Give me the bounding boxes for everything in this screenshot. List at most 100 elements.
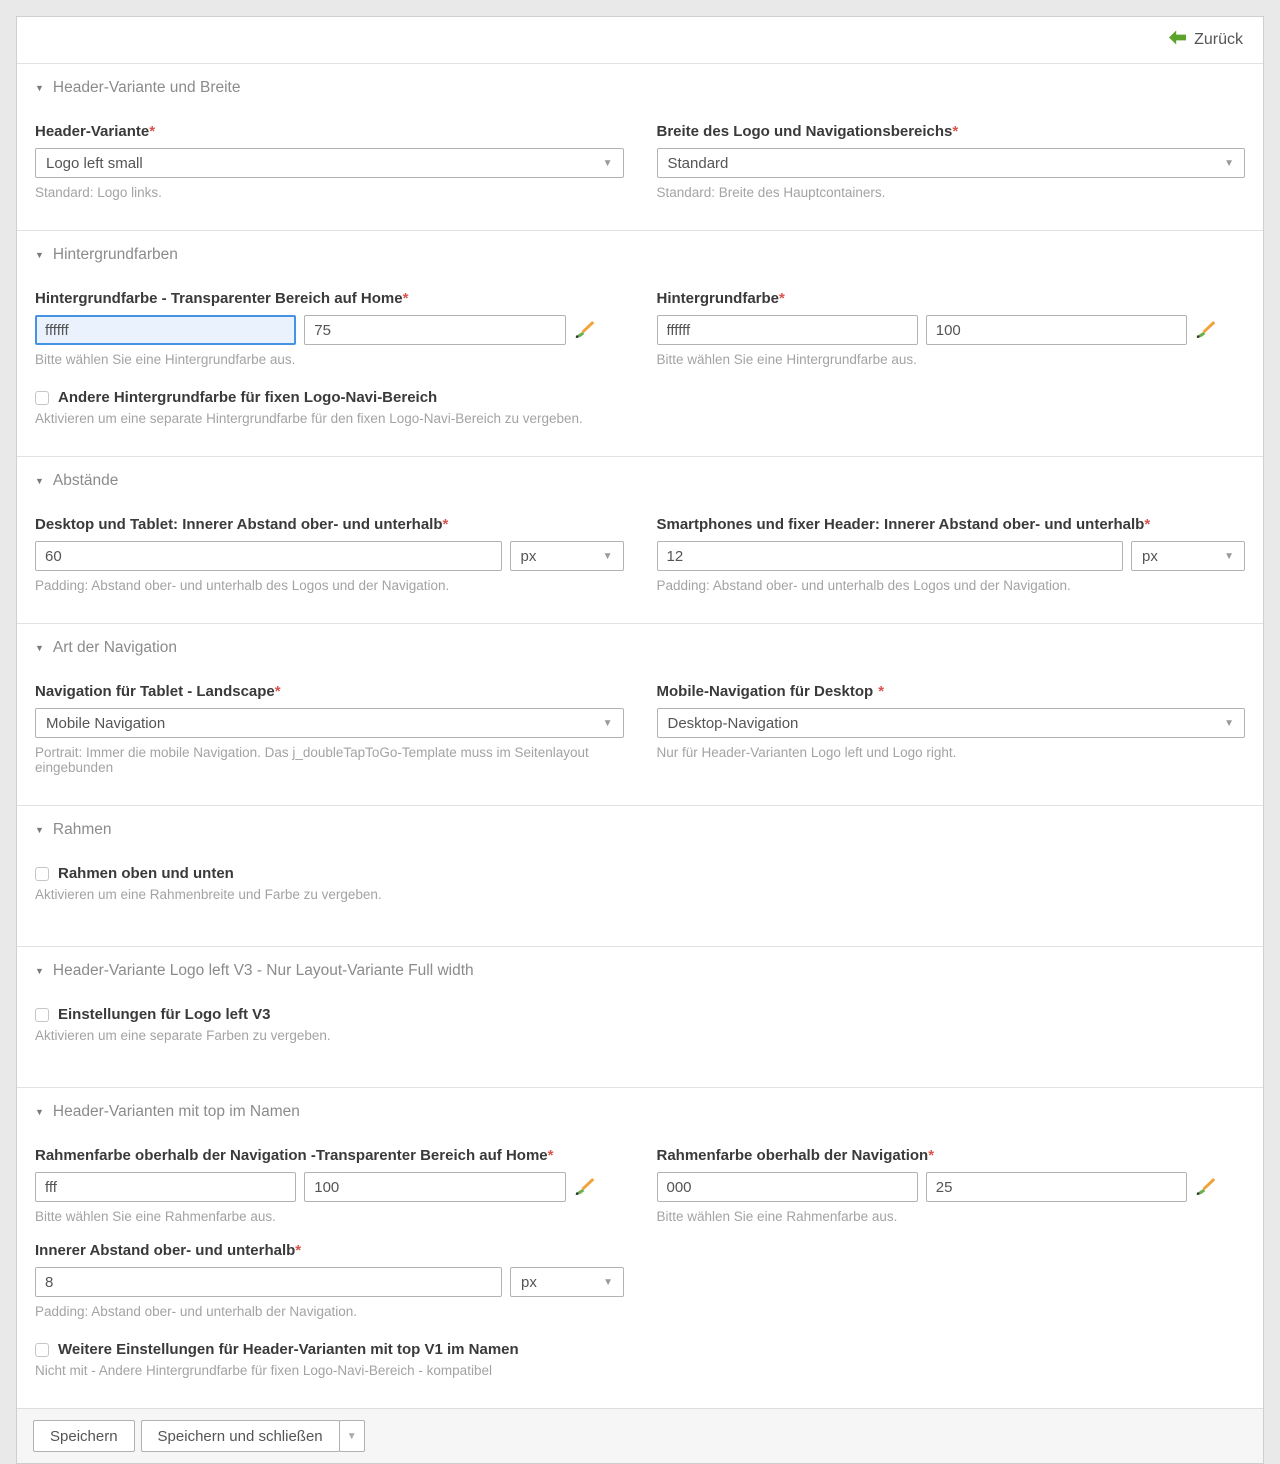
settings-panel: Zurück ▼ Header-Variante und Breite Head… (16, 16, 1264, 1464)
rahmenfarbe-color-input[interactable] (657, 1172, 918, 1202)
save-options-dropdown-button[interactable]: ▼ (339, 1420, 365, 1452)
bg-label: Hintergrundfarbe* (657, 290, 1246, 307)
andere-hintergrundfarbe-checkbox[interactable] (35, 391, 49, 405)
bg-home-hint: Bitte wählen Sie eine Hintergrundfarbe a… (35, 352, 624, 367)
chevron-down-icon: ▼ (1224, 718, 1234, 729)
collapse-icon: ▼ (35, 1108, 44, 1117)
mobile-padding-hint: Padding: Abstand ober- und unterhalb des… (657, 578, 1246, 593)
mobile-padding-unit-select[interactable]: px ▼ (1131, 541, 1245, 571)
innerer-abstand-unit-select[interactable]: px ▼ (510, 1267, 624, 1297)
breite-value: Standard (668, 155, 729, 172)
desktop-padding-label: Desktop und Tablet: Innerer Abstand ober… (35, 516, 624, 533)
color-picker-icon[interactable] (574, 320, 596, 340)
color-picker-icon[interactable] (574, 1177, 596, 1197)
innerer-abstand-hint: Padding: Abstand ober- und unterhalb der… (35, 1304, 624, 1319)
section-toggle-rahmen[interactable]: ▼ Rahmen (35, 821, 1245, 839)
section-top-im-namen: ▼ Header-Varianten mit top im Namen Rahm… (17, 1087, 1263, 1408)
chevron-down-icon: ▼ (603, 158, 613, 169)
desktop-padding-unit-select[interactable]: px ▼ (510, 541, 624, 571)
topbar: Zurück (17, 17, 1263, 63)
section-toggle-abstaende[interactable]: ▼ Abstände (35, 472, 1245, 490)
desktop-nav-value: Desktop-Navigation (668, 715, 799, 732)
save-button[interactable]: Speichern (33, 1420, 135, 1452)
weitere-einstellungen-checkbox[interactable] (35, 1343, 49, 1357)
back-button[interactable]: Zurück (1169, 30, 1243, 50)
andere-hintergrundfarbe-hint: Aktivieren um eine separate Hintergrundf… (35, 411, 624, 426)
innerer-abstand-input[interactable] (35, 1267, 502, 1297)
section-title-text: Rahmen (53, 821, 112, 839)
section-toggle-top-im-namen[interactable]: ▼ Header-Varianten mit top im Namen (35, 1103, 1245, 1121)
desktop-nav-select[interactable]: Desktop-Navigation ▼ (657, 708, 1246, 738)
section-toggle-header-variante[interactable]: ▼ Header-Variante und Breite (35, 79, 1245, 97)
rahmenfarbe-label: Rahmenfarbe oberhalb der Navigation* (657, 1147, 1246, 1164)
desktop-nav-label: Mobile-Navigation für Desktop* (657, 683, 1246, 700)
collapse-icon: ▼ (35, 477, 44, 486)
footer-toolbar: Speichern Speichern und schließen ▼ (17, 1408, 1263, 1463)
rahmenfarbe-hint: Bitte wählen Sie eine Rahmenfarbe aus. (657, 1209, 1246, 1224)
color-picker-icon[interactable] (1195, 320, 1217, 340)
rahmenfarbe-opacity-input[interactable] (926, 1172, 1187, 1202)
rahmenfarbe-home-hint: Bitte wählen Sie eine Rahmenfarbe aus. (35, 1209, 624, 1224)
section-logo-left-v3: ▼ Header-Variante Logo left V3 - Nur Lay… (17, 946, 1263, 1087)
weitere-einstellungen-label[interactable]: Weitere Einstellungen für Header-Variant… (58, 1341, 519, 1358)
mobile-padding-input[interactable] (657, 541, 1124, 571)
collapse-icon: ▼ (35, 826, 44, 835)
collapse-icon: ▼ (35, 251, 44, 260)
section-toggle-logo-left-v3[interactable]: ▼ Header-Variante Logo left V3 - Nur Lay… (35, 962, 1245, 980)
rahmenfarbe-home-color-input[interactable] (35, 1172, 296, 1202)
tablet-nav-hint: Portrait: Immer die mobile Navigation. D… (35, 745, 624, 775)
logo-left-v3-checkbox-label[interactable]: Einstellungen für Logo left V3 (58, 1006, 271, 1023)
bg-home-color-input[interactable] (35, 315, 296, 345)
collapse-icon: ▼ (35, 967, 44, 976)
section-rahmen: ▼ Rahmen Rahmen oben und unten Aktiviere… (17, 805, 1263, 946)
chevron-down-icon: ▼ (603, 551, 613, 562)
bg-hint: Bitte wählen Sie eine Hintergrundfarbe a… (657, 352, 1246, 367)
desktop-nav-hint: Nur für Header-Varianten Logo left und L… (657, 745, 1246, 760)
collapse-icon: ▼ (35, 84, 44, 93)
section-title-text: Art der Navigation (53, 639, 177, 657)
andere-hintergrundfarbe-label[interactable]: Andere Hintergrundfarbe für fixen Logo-N… (58, 389, 437, 406)
logo-left-v3-checkbox[interactable] (35, 1008, 49, 1022)
section-header-variante: ▼ Header-Variante und Breite Header-Vari… (17, 63, 1263, 230)
section-title-text: Header-Variante und Breite (53, 79, 241, 97)
color-picker-icon[interactable] (1195, 1177, 1217, 1197)
logo-left-v3-checkbox-hint: Aktivieren um eine separate Farben zu ve… (35, 1028, 1245, 1043)
tablet-nav-label: Navigation für Tablet - Landscape* (35, 683, 624, 700)
header-variante-select[interactable]: Logo left small ▼ (35, 148, 624, 178)
section-hintergrundfarben: ▼ Hintergrundfarben Hintergrundfarbe - T… (17, 230, 1263, 456)
rahmen-checkbox-hint: Aktivieren um eine Rahmenbreite und Farb… (35, 887, 1245, 902)
back-label: Zurück (1194, 31, 1243, 49)
bg-color-input[interactable] (657, 315, 918, 345)
breite-hint: Standard: Breite des Hauptcontainers. (657, 185, 1246, 200)
rahmenfarbe-home-label: Rahmenfarbe oberhalb der Navigation -Tra… (35, 1147, 624, 1164)
bg-home-opacity-input[interactable] (304, 315, 565, 345)
chevron-down-icon: ▼ (603, 718, 613, 729)
breite-select[interactable]: Standard ▼ (657, 148, 1246, 178)
section-abstaende: ▼ Abstände Desktop und Tablet: Innerer A… (17, 456, 1263, 623)
rahmenfarbe-home-opacity-input[interactable] (304, 1172, 565, 1202)
tablet-nav-value: Mobile Navigation (46, 715, 165, 732)
desktop-padding-hint: Padding: Abstand ober- und unterhalb des… (35, 578, 624, 593)
chevron-down-icon: ▼ (1224, 551, 1234, 562)
mobile-padding-label: Smartphones und fixer Header: Innerer Ab… (657, 516, 1246, 533)
bg-home-label: Hintergrundfarbe - Transparenter Bereich… (35, 290, 624, 307)
rahmen-checkbox[interactable] (35, 867, 49, 881)
save-and-close-button[interactable]: Speichern und schließen (141, 1420, 340, 1452)
weitere-einstellungen-hint: Nicht mit - Andere Hintergrundfarbe für … (35, 1363, 1245, 1378)
section-toggle-navigation[interactable]: ▼ Art der Navigation (35, 639, 1245, 657)
bg-opacity-input[interactable] (926, 315, 1187, 345)
desktop-padding-input[interactable] (35, 541, 502, 571)
breite-label: Breite des Logo und Navigationsbereichs* (657, 123, 1246, 140)
header-variante-label: Header-Variante* (35, 123, 624, 140)
tablet-nav-select[interactable]: Mobile Navigation ▼ (35, 708, 624, 738)
header-variante-value: Logo left small (46, 155, 143, 172)
chevron-down-icon: ▼ (603, 1277, 613, 1288)
section-navigation: ▼ Art der Navigation Navigation für Tabl… (17, 623, 1263, 805)
back-arrow-icon (1169, 30, 1186, 50)
header-variante-hint: Standard: Logo links. (35, 185, 624, 200)
chevron-down-icon: ▼ (1224, 158, 1234, 169)
innerer-abstand-label: Innerer Abstand ober- und unterhalb* (35, 1242, 624, 1259)
section-toggle-hintergrundfarben[interactable]: ▼ Hintergrundfarben (35, 246, 1245, 264)
rahmen-checkbox-label[interactable]: Rahmen oben und unten (58, 865, 234, 882)
collapse-icon: ▼ (35, 644, 44, 653)
